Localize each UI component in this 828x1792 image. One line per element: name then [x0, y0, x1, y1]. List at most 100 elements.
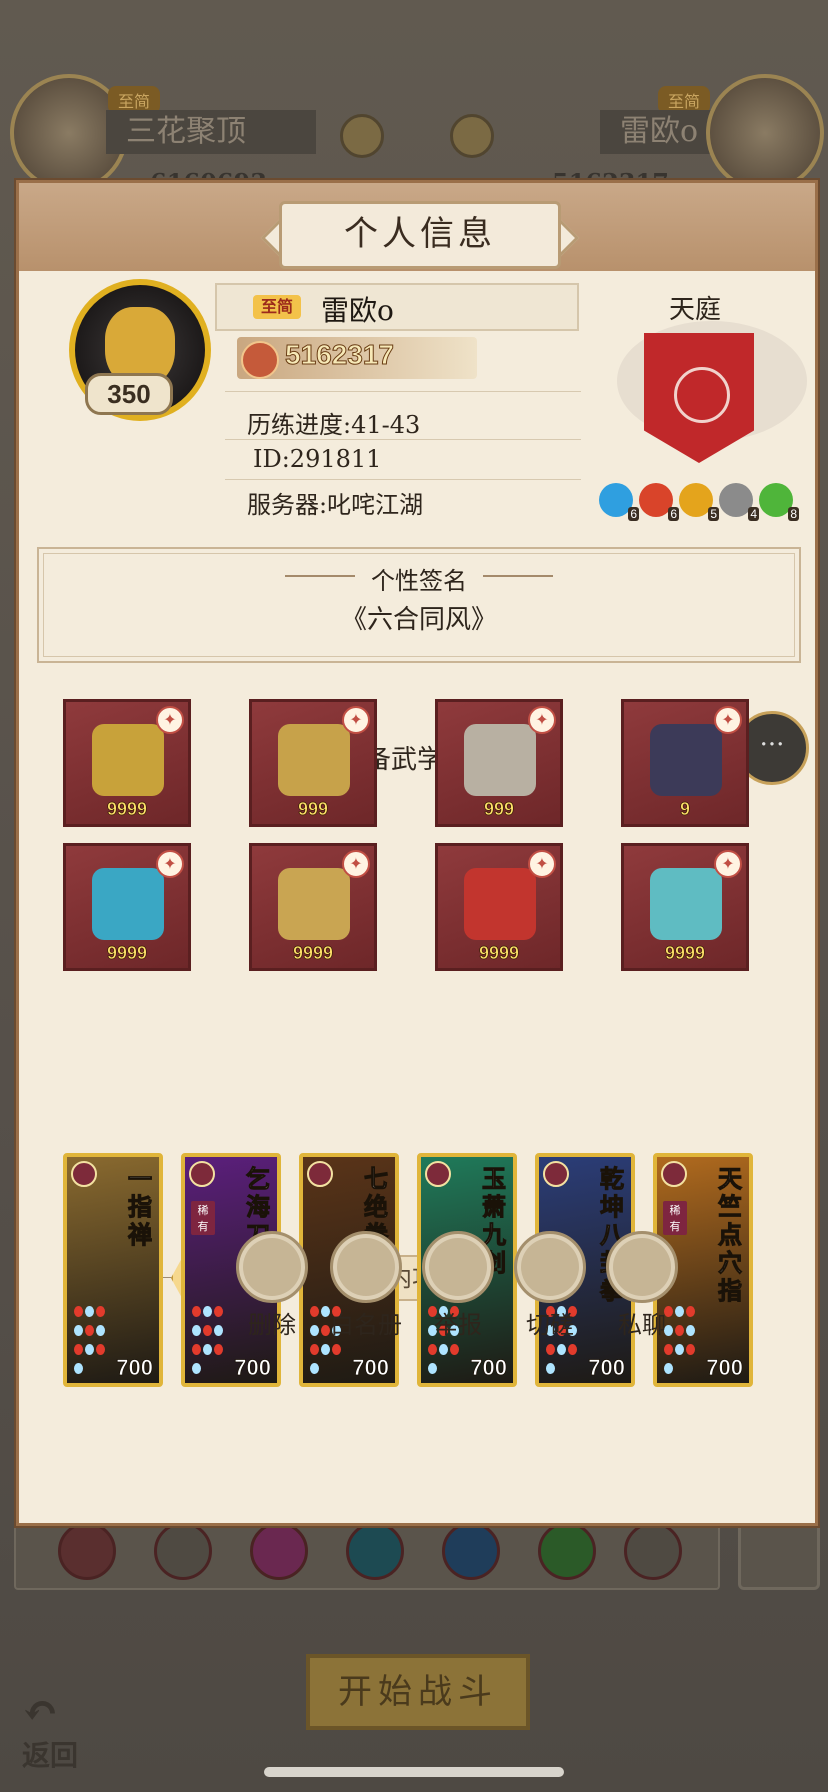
wood-element-icon: 8 — [759, 483, 799, 521]
player-level: 350 — [85, 373, 173, 415]
element-level: 4 — [748, 507, 759, 521]
quality-badge-icon: ✦ — [528, 850, 556, 878]
dialog-title: 个人信息 — [279, 201, 561, 269]
right-player-avatar — [706, 74, 824, 192]
rank-badge: 至简 — [253, 295, 302, 319]
delete-user-icon — [236, 1231, 308, 1303]
profile-dialog: 个人信息 350 至简 雷欧o 5162317 历练进度:41-43 ID:29… — [16, 180, 818, 1526]
equipment-count: 9999 — [106, 799, 148, 820]
background-player-header: 至简 三花聚顶 6160693 至简 雷欧o 5162317 — [0, 74, 828, 197]
action-label: 切磋 — [526, 1311, 574, 1339]
private-chat-icon — [606, 1231, 678, 1303]
element-level: 6 — [668, 507, 679, 521]
equipment-slot[interactable]: ✦ 999 — [249, 699, 377, 827]
action-button[interactable]: 举报 — [413, 1231, 503, 1340]
skill-value: 700 — [352, 1355, 390, 1381]
equipment-slot[interactable]: ✦ 9 — [621, 699, 749, 827]
action-button[interactable]: 私聊 — [597, 1231, 687, 1340]
filter-sword-icon — [58, 1522, 116, 1580]
quality-badge-icon: ✦ — [528, 706, 556, 734]
robe-icon — [278, 724, 350, 796]
skill-card[interactable]: 一指禅 700 — [63, 1153, 163, 1387]
bracer-icon — [464, 868, 536, 940]
equipment-count: 9 — [679, 799, 691, 820]
equipment-count: 9999 — [292, 943, 334, 964]
equipment-slot[interactable]: ✦ 999 — [435, 699, 563, 827]
skill-value: 700 — [470, 1355, 508, 1381]
combat-power-icon — [241, 341, 279, 379]
combat-power-value: 5162317 — [284, 339, 395, 371]
skill-type-icon — [661, 1161, 687, 1187]
equipment-slot[interactable]: ✦ 9999 — [621, 843, 749, 971]
training-progress: 历练进度:41-43 — [247, 411, 421, 439]
equipment-slot[interactable]: ✦ 9999 — [435, 843, 563, 971]
signature-box: 个性签名 《六合同风》 — [37, 547, 801, 663]
back-button[interactable]: ↶ 返回 — [22, 1690, 102, 1773]
action-button[interactable]: 删除 — [227, 1231, 317, 1340]
skill-type-icon — [543, 1161, 569, 1187]
quality-badge-icon: ✦ — [714, 850, 742, 878]
whitelist-book-icon — [330, 1231, 402, 1303]
boots-icon — [650, 724, 722, 796]
chat-dots-icon: ··· — [759, 730, 785, 760]
element-level: 8 — [788, 507, 799, 521]
action-button[interactable]: 白名册 — [321, 1231, 411, 1340]
skill-value: 700 — [588, 1355, 626, 1381]
filter-fist-icon — [250, 1522, 308, 1580]
equipment-slot[interactable]: ✦ 9999 — [249, 843, 377, 971]
player-id: ID:291811 — [253, 445, 382, 473]
equipment-count: 9999 — [664, 943, 706, 964]
equipment-count: 9999 — [478, 943, 520, 964]
back-label: 返回 — [22, 1739, 79, 1772]
skill-value: 700 — [116, 1355, 154, 1381]
belt-icon — [464, 724, 536, 796]
quality-badge-icon: ✦ — [342, 850, 370, 878]
equipment-slot[interactable]: ✦ 9999 — [63, 843, 191, 971]
rare-badge: 稀有 — [663, 1201, 687, 1235]
element-level: 5 — [708, 507, 719, 521]
equipment-count: 999 — [297, 799, 329, 820]
combat-power-bar: 5162317 — [237, 337, 477, 379]
action-label: 白名册 — [330, 1311, 402, 1339]
home-indicator[interactable] — [264, 1767, 564, 1777]
ring-icon — [650, 868, 722, 940]
skill-star-drops-icon — [73, 1303, 113, 1379]
action-button[interactable]: 切磋 — [505, 1231, 595, 1340]
player-name-box: 至简 雷欧o — [215, 283, 579, 331]
quality-badge-icon: ✦ — [156, 850, 184, 878]
filter-fan-icon — [346, 1522, 404, 1580]
filter-taiji-icon — [442, 1522, 500, 1580]
action-label: 举报 — [434, 1311, 482, 1339]
skill-name: 一指禅 — [128, 1164, 153, 1249]
player-name: 雷欧o — [321, 294, 394, 327]
signature-text: 《六合同风》 — [340, 605, 497, 635]
metal-element-icon: 4 — [719, 483, 759, 521]
divider — [225, 391, 581, 392]
hairpin-icon — [278, 868, 350, 940]
water-element-icon: 6 — [599, 483, 639, 521]
equipment-slot[interactable]: ✦ 9999 — [63, 699, 191, 827]
skill-star-drops-icon — [191, 1303, 231, 1379]
fire-element-icon: 6 — [639, 483, 679, 521]
quality-badge-icon: ✦ — [342, 706, 370, 734]
filter-blade-icon — [154, 1522, 212, 1580]
action-label: 私聊 — [618, 1311, 666, 1339]
skill-type-icon — [189, 1161, 215, 1187]
start-battle-button[interactable]: 开始战斗 — [306, 1654, 530, 1730]
element-level: 6 — [628, 507, 639, 521]
report-book-icon — [422, 1231, 494, 1303]
skill-value: 700 — [234, 1355, 272, 1381]
equipment-count: 999 — [483, 799, 515, 820]
dialog-header: 个人信息 — [19, 183, 815, 271]
skill-type-icon — [425, 1161, 451, 1187]
spar-fist-icon — [514, 1231, 586, 1303]
skill-value: 700 — [706, 1355, 744, 1381]
rare-badge: 稀有 — [191, 1201, 215, 1235]
signature-title: 个性签名 — [371, 567, 467, 595]
skill-name: 天竺点穴指 — [718, 1164, 743, 1305]
server-name: 服务器:叱咤江湖 — [247, 491, 424, 519]
left-player-name: 三花聚顶 — [106, 110, 316, 154]
right-coin-icon — [450, 114, 494, 158]
skill-type-icon — [307, 1161, 333, 1187]
filter-leaf-icon — [538, 1522, 596, 1580]
